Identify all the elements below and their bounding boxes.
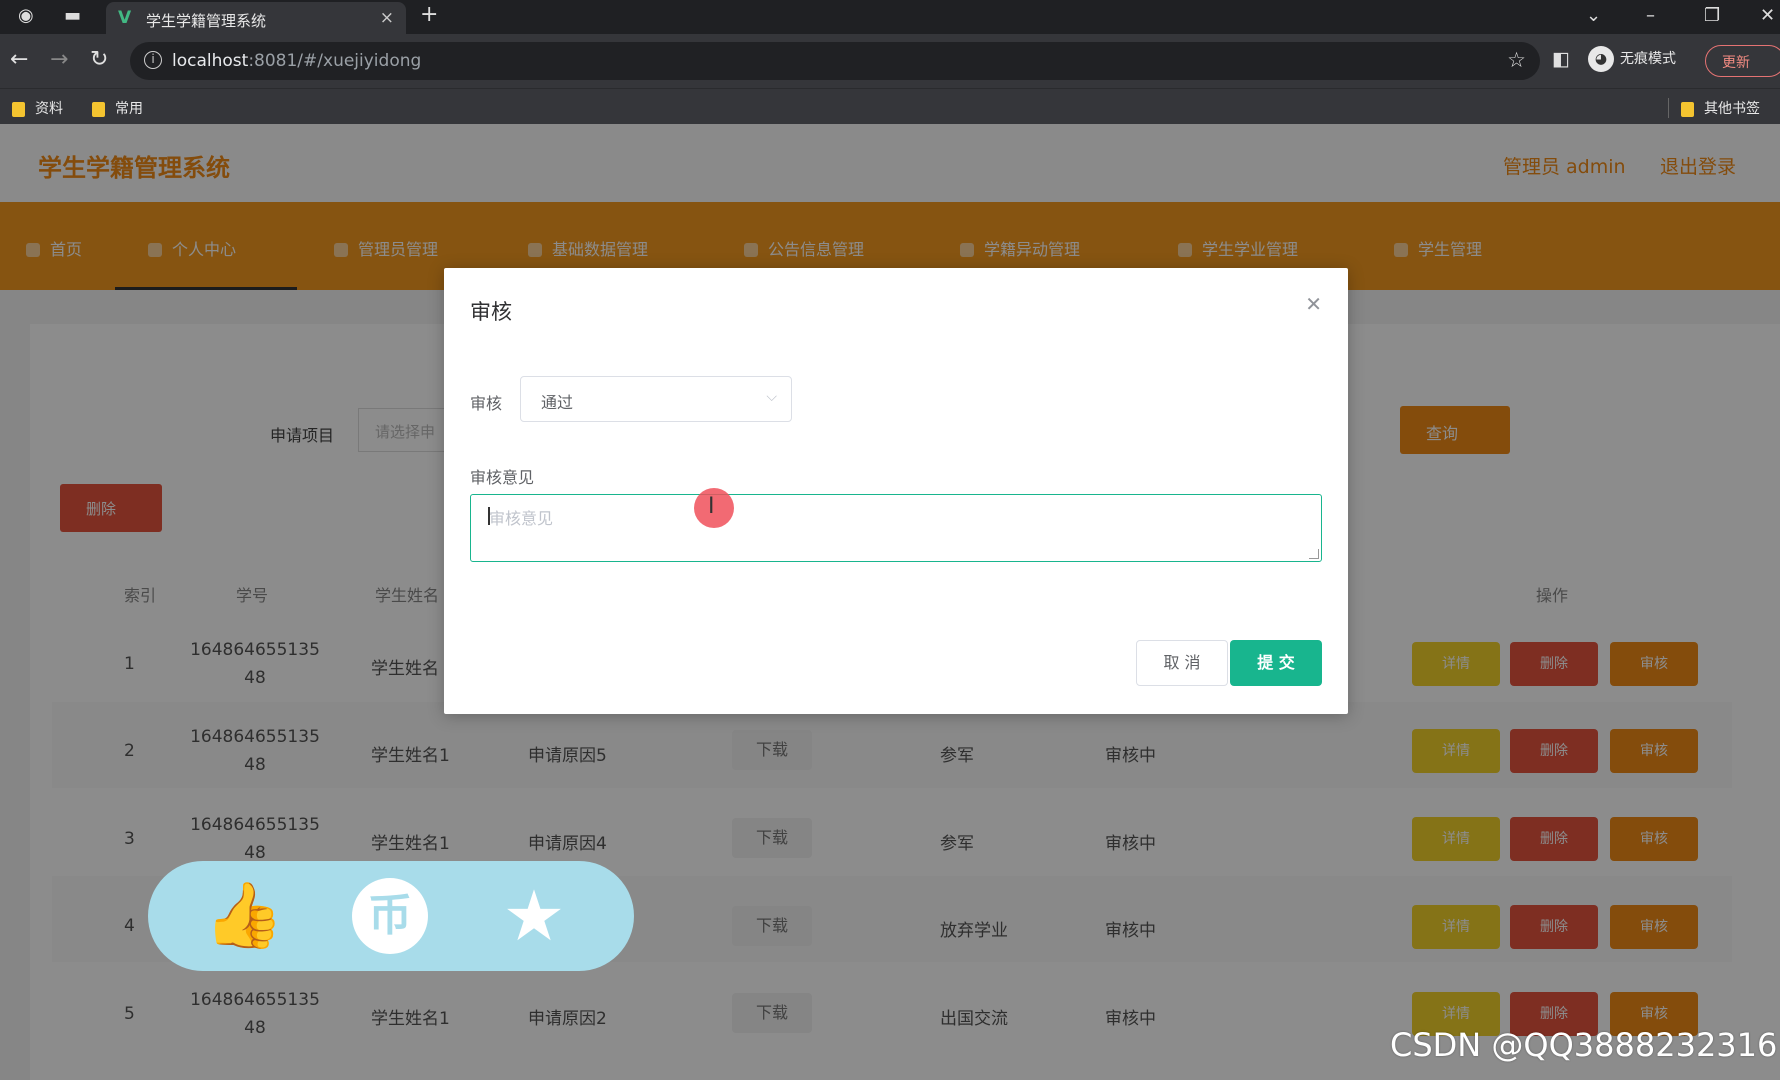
folder-icon [1681, 101, 1694, 117]
bookmark-star-icon[interactable]: ☆ [1507, 48, 1526, 72]
submit-button[interactable]: 提 交 [1230, 640, 1322, 686]
thumbs-up-icon[interactable]: 👍 [204, 878, 284, 954]
folder-icon [92, 101, 105, 117]
reload-icon[interactable]: ↻ [90, 47, 108, 72]
ibeam-cursor-icon: I [708, 494, 715, 519]
star-icon[interactable]: ★ [496, 878, 572, 954]
folder-icon [12, 101, 25, 117]
bookmark-folder-changyong[interactable]: 常用 [92, 98, 143, 118]
text-caret [488, 507, 490, 525]
back-icon[interactable]: ← [10, 47, 28, 72]
site-info-icon[interactable]: i [144, 51, 162, 69]
url-bar[interactable]: i localhost:8081/#/xuejiyidong ☆ [130, 42, 1540, 80]
minimize-icon[interactable]: – [1646, 5, 1655, 26]
browser-profile-icon[interactable]: ◉ [18, 5, 34, 26]
browser-tab[interactable]: V 学生学籍管理系统 × [106, 2, 406, 34]
incognito-indicator[interactable]: ◕ 无痕模式 [1588, 46, 1676, 72]
address-bar-row: ← → ↻ i localhost:8081/#/xuejiyidong ☆ ◧… [0, 34, 1780, 88]
coin-icon[interactable]: 币 [352, 878, 428, 954]
update-button[interactable]: 更新 [1705, 45, 1780, 77]
cancel-button[interactable]: 取 消 [1136, 640, 1228, 686]
tab-list-icon[interactable]: ⌄ [1586, 5, 1601, 26]
audit-opinion-textarea[interactable]: 审核意见 [470, 494, 1322, 562]
tab-search-icon[interactable]: ▬ [64, 5, 81, 26]
audit-status-value: 通过 [541, 393, 574, 412]
audit-status-label: 审核 [470, 394, 503, 413]
restore-icon[interactable]: ❐ [1704, 5, 1720, 26]
close-icon[interactable]: ✕ [1305, 292, 1322, 316]
new-tab-icon[interactable]: + [420, 2, 438, 27]
audit-dialog: 审核 ✕ 审核 通过 ⌵ 审核意见 审核意见 I 取 消 提 交 [444, 268, 1348, 714]
url-text[interactable]: localhost:8081/#/xuejiyidong [172, 51, 421, 71]
audit-status-select[interactable]: 通过 ⌵ [520, 376, 792, 422]
audit-opinion-label: 审核意见 [470, 468, 535, 487]
opinion-placeholder: 审核意见 [489, 509, 554, 528]
resize-grip-icon[interactable] [1309, 549, 1319, 559]
window-close-icon[interactable]: ✕ [1760, 5, 1775, 26]
tab-title: 学生学籍管理系统 [146, 12, 267, 30]
bookmarks-bar: 资料 常用 其他书签 [0, 88, 1780, 124]
side-panel-icon[interactable]: ◧ [1552, 48, 1570, 70]
vue-favicon-icon: V [118, 8, 132, 28]
other-bookmarks[interactable]: 其他书签 [1668, 98, 1760, 118]
dialog-title: 审核 [470, 300, 512, 324]
incognito-icon: ◕ [1588, 46, 1614, 72]
bookmark-folder-ziliao[interactable]: 资料 [12, 98, 63, 118]
tab-close-icon[interactable]: × [380, 8, 394, 28]
browser-tab-bar: ◉ ▬ V 学生学籍管理系统 × + ⌄ – ❐ ✕ [0, 0, 1780, 34]
social-action-bar: 👍 币 ★ [148, 861, 634, 971]
forward-icon[interactable]: → [50, 47, 68, 72]
chevron-down-icon: ⌵ [766, 389, 777, 405]
watermark: CSDN @QQ3888232316 [1390, 1026, 1778, 1064]
